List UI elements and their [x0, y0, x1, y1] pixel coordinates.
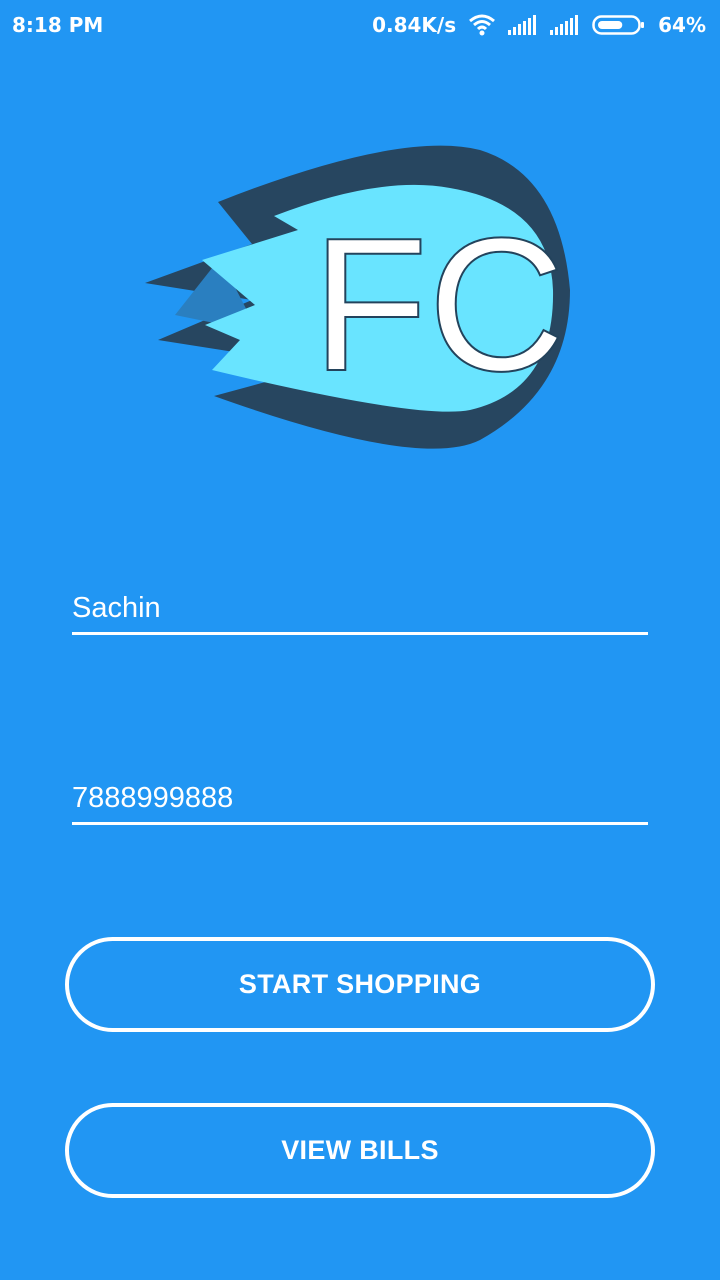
status-indicators: 0.84K/s 64%: [372, 13, 706, 37]
view-bills-button[interactable]: VIEW BILLS: [65, 1103, 655, 1198]
logo-letters: FC: [312, 199, 565, 411]
signal-icon: [508, 15, 538, 35]
status-bar: 8:18 PM 0.84K/s 64%: [0, 0, 720, 50]
name-field[interactable]: Sachin: [72, 590, 648, 635]
status-time: 8:18 PM: [12, 13, 104, 37]
start-shopping-button[interactable]: START SHOPPING: [65, 937, 655, 1032]
phone-field-underline: [72, 822, 648, 825]
wifi-icon: [468, 14, 496, 36]
battery-icon: [592, 14, 646, 36]
name-field-underline: [72, 632, 648, 635]
network-speed: 0.84K/s: [372, 13, 457, 37]
signal-icon: [550, 15, 580, 35]
app-logo: FC: [140, 140, 580, 460]
phone-field[interactable]: 7888999888: [72, 780, 648, 825]
battery-percent: 64%: [658, 13, 706, 37]
phone-field-value[interactable]: 7888999888: [72, 780, 648, 816]
name-field-value[interactable]: Sachin: [72, 590, 648, 626]
